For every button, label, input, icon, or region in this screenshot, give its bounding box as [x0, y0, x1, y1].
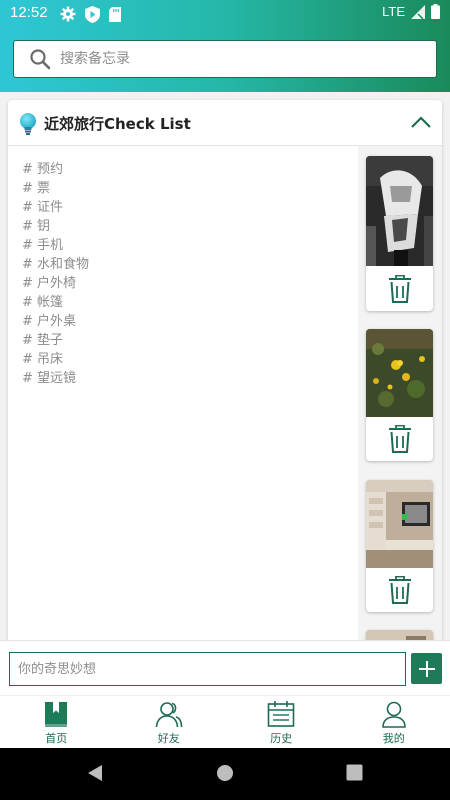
attachment-card	[366, 156, 433, 311]
trash-icon	[388, 425, 411, 453]
tag-item: # 预约	[22, 162, 64, 177]
tag-item: # 吊床	[22, 352, 64, 367]
nav-home[interactable]: 首页	[0, 696, 113, 748]
memo-list: 近郊旅行Check List # 预约 # 票 # 证件 # 钥 # 手机 # …	[0, 92, 450, 640]
tag-item: # 票	[22, 181, 51, 196]
network-type: LTE	[382, 4, 405, 19]
status-bar: 12:52 LTE	[0, 0, 450, 28]
nav-friends-label: 好友	[157, 732, 180, 745]
home-icon[interactable]	[216, 764, 234, 782]
person-icon	[381, 701, 406, 728]
search-icon	[30, 49, 51, 70]
tag-item: # 手机	[22, 238, 64, 253]
tag-item: # 钥	[22, 219, 51, 234]
system-nav-bar	[0, 748, 450, 800]
tag-item: # 户外椅	[22, 276, 77, 291]
signal-icon	[411, 4, 425, 19]
collapse-button[interactable]	[408, 110, 434, 136]
delete-button[interactable]	[366, 267, 433, 311]
trash-icon	[388, 576, 411, 604]
delete-button[interactable]	[366, 417, 433, 461]
tag-item: # 证件	[22, 200, 64, 215]
compose-bar	[0, 640, 450, 695]
nav-profile[interactable]: 我的	[338, 696, 450, 748]
tag-item: # 垫子	[22, 333, 64, 348]
recents-icon[interactable]	[346, 764, 363, 781]
tag-item: # 户外桌	[22, 314, 77, 329]
memo-card[interactable]: 近郊旅行Check List # 预约 # 票 # 证件 # 钥 # 手机 # …	[8, 100, 442, 640]
trash-icon	[388, 275, 411, 303]
tag-item: # 帐篷	[22, 295, 64, 310]
back-icon[interactable]	[86, 764, 104, 782]
battery-icon	[431, 4, 440, 19]
calendar-icon	[267, 701, 295, 727]
tag-item: # 水和食物	[22, 257, 90, 272]
friends-icon	[155, 702, 183, 728]
idea-input[interactable]	[9, 652, 406, 686]
book-icon	[45, 702, 68, 727]
status-time: 12:52	[10, 4, 48, 21]
nav-friends[interactable]: 好友	[113, 696, 226, 748]
nav-profile-label: 我的	[382, 732, 405, 745]
app-header: 12:52 LTE	[0, 0, 450, 92]
delete-button[interactable]	[366, 568, 433, 612]
attachment-card	[366, 630, 433, 640]
memo-title: 近郊旅行Check List	[44, 115, 191, 133]
attachment-photo-scooter[interactable]	[366, 156, 433, 266]
image-column	[358, 146, 442, 640]
tag-item: # 望远镜	[22, 371, 77, 386]
attachment-card	[366, 329, 433, 461]
nav-history[interactable]: 历史	[225, 696, 338, 748]
attachment-photo[interactable]	[366, 630, 433, 640]
search-bar[interactable]	[13, 40, 437, 78]
nav-home-label: 首页	[45, 732, 68, 745]
play-protect-icon	[85, 5, 100, 23]
attachment-photo-flowers[interactable]	[366, 329, 433, 417]
attachment-photo-room[interactable]	[366, 480, 433, 568]
bottom-nav: 首页 好友 历史 我的	[0, 695, 450, 748]
memo-card-header: 近郊旅行Check List	[8, 100, 442, 146]
nav-history-label: 历史	[270, 732, 293, 745]
memo-tags: # 预约 # 票 # 证件 # 钥 # 手机 # 水和食物 # 户外椅 # 帐篷…	[22, 160, 352, 388]
search-input[interactable]	[60, 44, 436, 74]
sd-card-icon	[109, 6, 121, 22]
plus-icon	[418, 660, 435, 677]
add-button[interactable]	[411, 653, 442, 684]
settings-icon	[60, 6, 76, 22]
attachment-card	[366, 480, 433, 612]
lightbulb-icon	[20, 113, 36, 135]
